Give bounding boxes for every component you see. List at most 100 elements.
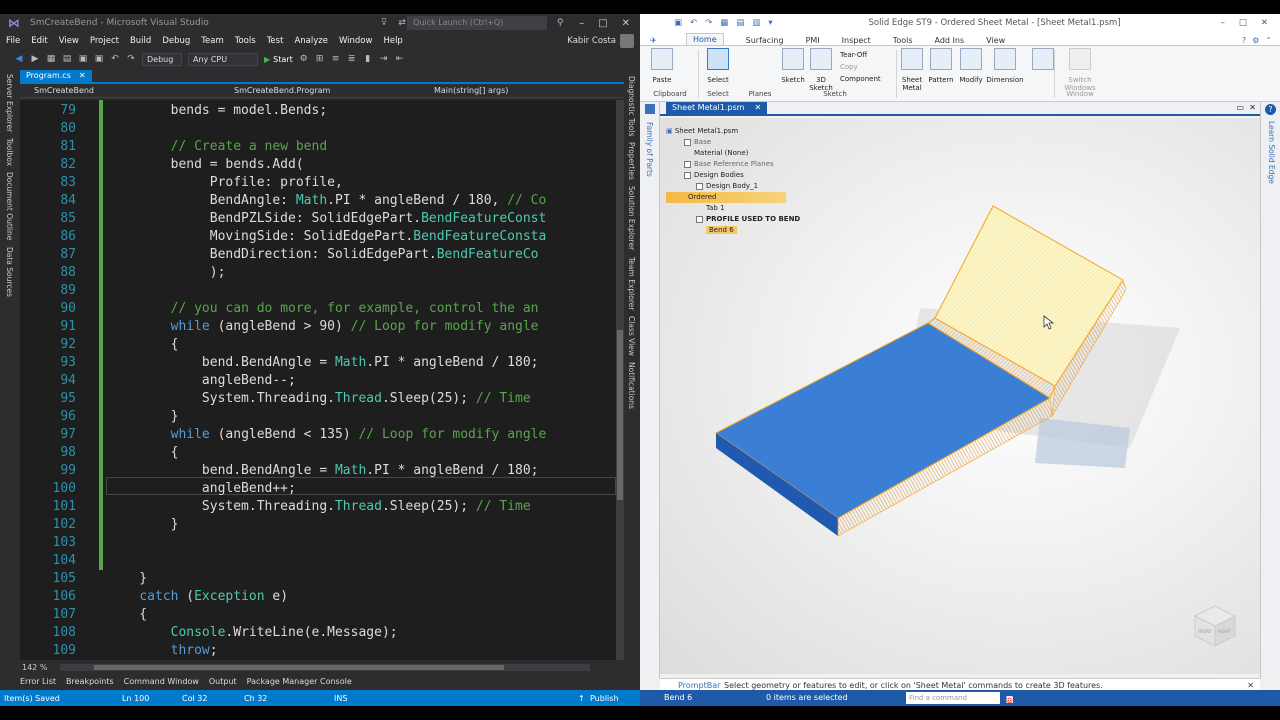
redo-icon[interactable]: ↷ (126, 54, 136, 64)
undo-icon[interactable]: ↶ (690, 18, 697, 28)
menu-tools[interactable]: Tools (235, 36, 256, 46)
menu-team[interactable]: Team (201, 36, 223, 46)
app-button[interactable]: ✈ (650, 36, 657, 45)
bookmark-icon[interactable]: ▮ (363, 54, 373, 64)
menu-file[interactable]: File (6, 36, 20, 46)
menu-project[interactable]: Project (90, 36, 119, 46)
quick-launch-input[interactable]: Quick Launch (Ctrl+Q) (407, 16, 548, 30)
ribbon-collapse-icon[interactable]: ⌃ (1265, 36, 1272, 45)
menu-build[interactable]: Build (130, 36, 151, 46)
back-icon[interactable]: ◀ (14, 54, 24, 64)
close-tab-icon[interactable]: ✕ (79, 71, 86, 81)
close-button[interactable]: ✕ (622, 18, 630, 29)
tree-item-tab[interactable]: Tab 1 (666, 203, 800, 214)
visibility-checkbox[interactable] (696, 215, 703, 223)
notifications-tab[interactable]: Notifications (627, 362, 636, 409)
folder-icon[interactable]: ▤ (736, 18, 744, 28)
tree-item-ordered[interactable]: Ordered (666, 192, 786, 203)
minimize-button[interactable]: – (1221, 18, 1225, 28)
code-editor[interactable]: 79 bends = model.Bends; 80 81 // Create a … (20, 100, 616, 660)
tree-item-material[interactable]: Material (None) (666, 148, 800, 159)
breakpoints-tab[interactable]: Breakpoints (66, 677, 114, 686)
solution-explorer-tab[interactable]: Solution Explorer (627, 186, 636, 250)
tab-program-cs[interactable]: Program.cs ✕ (20, 70, 92, 82)
learn-solid-edge-tab[interactable]: Learn Solid Edge (1267, 121, 1276, 184)
restore-doc-icon[interactable]: ▭ (1236, 103, 1244, 112)
visibility-checkbox[interactable] (684, 171, 691, 179)
output-tab[interactable]: Output (209, 677, 237, 686)
vertical-scrollbar[interactable] (616, 100, 624, 660)
select-button[interactable]: Select Select (704, 48, 732, 98)
component-button[interactable]: Component (840, 73, 881, 85)
tab-pmi[interactable]: PMI (806, 36, 820, 45)
close-button[interactable]: ✕ (1261, 18, 1268, 28)
solution-platform-select[interactable]: Any CPU (188, 52, 258, 66)
solution-configuration-select[interactable]: Debug (142, 52, 182, 66)
menu-analyze[interactable]: Analyze (294, 36, 328, 46)
bookmark-next-icon[interactable]: ⇥ (379, 54, 389, 64)
type-dropdown[interactable]: SmCreateBend.Program (220, 86, 420, 95)
visibility-checkbox[interactable] (684, 138, 691, 146)
tab-sheet-metal1[interactable]: Sheet Metal1.psm ✕ (666, 102, 768, 115)
tab-surfacing[interactable]: Surfacing (746, 36, 784, 45)
new-project-icon[interactable]: ▦ (46, 54, 56, 64)
save-icon[interactable]: ▣ (78, 54, 88, 64)
scroll-thumb[interactable] (617, 330, 623, 500)
package-manager-console-tab[interactable]: Package Manager Console (247, 677, 352, 686)
properties-tab[interactable]: Properties (627, 142, 636, 180)
view-icon[interactable]: ▦ (720, 18, 728, 28)
tree-root[interactable]: ▣ Sheet Metal1.psm (666, 126, 800, 137)
menu-test[interactable]: Test (267, 36, 284, 46)
tab-tools[interactable]: Tools (893, 36, 913, 45)
user-account[interactable]: Kabir Costa (567, 34, 634, 48)
team-explorer-tab[interactable]: Team Explorer (627, 257, 636, 310)
tab-inspect[interactable]: Inspect (842, 36, 871, 45)
data-sources-tab[interactable]: Data Sources (5, 247, 14, 297)
project-dropdown[interactable]: SmCreateBend (20, 86, 220, 95)
tree-item-profile[interactable]: PROFILE USED TO BEND (666, 214, 800, 225)
tear-off-button[interactable]: Tear-Off (840, 49, 881, 61)
tab-home[interactable]: Home (686, 33, 724, 45)
pattern-button[interactable]: Pattern (926, 48, 956, 84)
start-button[interactable]: ▶ Start (264, 55, 293, 64)
tree-item-bend[interactable]: Bend 6 (666, 225, 800, 236)
copy-button[interactable]: Copy (840, 61, 881, 73)
3d-viewport[interactable]: FRONT RIGHT ▣ Sheet Metal1.psm Base Mate… (660, 118, 1260, 674)
modify-button[interactable]: Modify (956, 48, 986, 84)
menu-window[interactable]: Window (339, 36, 373, 46)
tree-item-design-bodies[interactable]: Design Bodies (666, 170, 800, 181)
close-prompt-icon[interactable]: ✕ (1247, 681, 1254, 690)
menu-help[interactable]: Help (383, 36, 402, 46)
minimize-button[interactable]: – (579, 18, 584, 29)
family-of-parts-tab[interactable]: Family of Parts (645, 122, 654, 177)
horizontal-scrollbar[interactable] (60, 663, 590, 671)
open-icon[interactable]: ▤ (62, 54, 72, 64)
member-dropdown[interactable]: Main(string[] args) (420, 86, 610, 95)
server-explorer-tab[interactable]: Server Explorer (5, 74, 14, 132)
tree-item-base[interactable]: Base (666, 137, 800, 148)
switch-windows-button[interactable]: Switch Windows Window (1060, 48, 1100, 98)
close-doc-icon[interactable]: ✕ (1249, 103, 1256, 112)
uncomment-icon[interactable]: ≣ (347, 54, 357, 64)
menu-view[interactable]: View (59, 36, 79, 46)
menu-debug[interactable]: Debug (162, 36, 190, 46)
sketch-button[interactable]: Sketch (780, 48, 806, 84)
prompt-bar-label[interactable]: PromptBar (660, 681, 724, 690)
forward-icon[interactable]: ▶ (30, 54, 40, 64)
tree-item-base-planes[interactable]: Base Reference Planes (666, 159, 800, 170)
tab-add-ins[interactable]: Add Ins (935, 36, 965, 45)
find-command-input[interactable]: Find a command (906, 692, 1000, 704)
customize-icon[interactable]: ▾ (768, 18, 772, 28)
sheet-metal-button[interactable]: Sheet Metal (898, 48, 926, 92)
redo-icon[interactable]: ↷ (705, 18, 712, 28)
maximize-button[interactable]: □ (1239, 18, 1247, 28)
menu-edit[interactable]: Edit (31, 36, 47, 46)
visibility-checkbox[interactable] (696, 182, 703, 190)
save-all-icon[interactable]: ▣ (94, 54, 104, 64)
command-window-tab[interactable]: Command Window (124, 677, 199, 686)
dimension-button[interactable]: Dimension (986, 48, 1024, 84)
print-icon[interactable]: ▥ (752, 18, 760, 28)
toolbox-tab[interactable]: Toolbox (5, 138, 14, 166)
feedback-icon[interactable]: ⇄ (397, 18, 407, 28)
filter-icon[interactable]: ⊽ (381, 18, 388, 28)
